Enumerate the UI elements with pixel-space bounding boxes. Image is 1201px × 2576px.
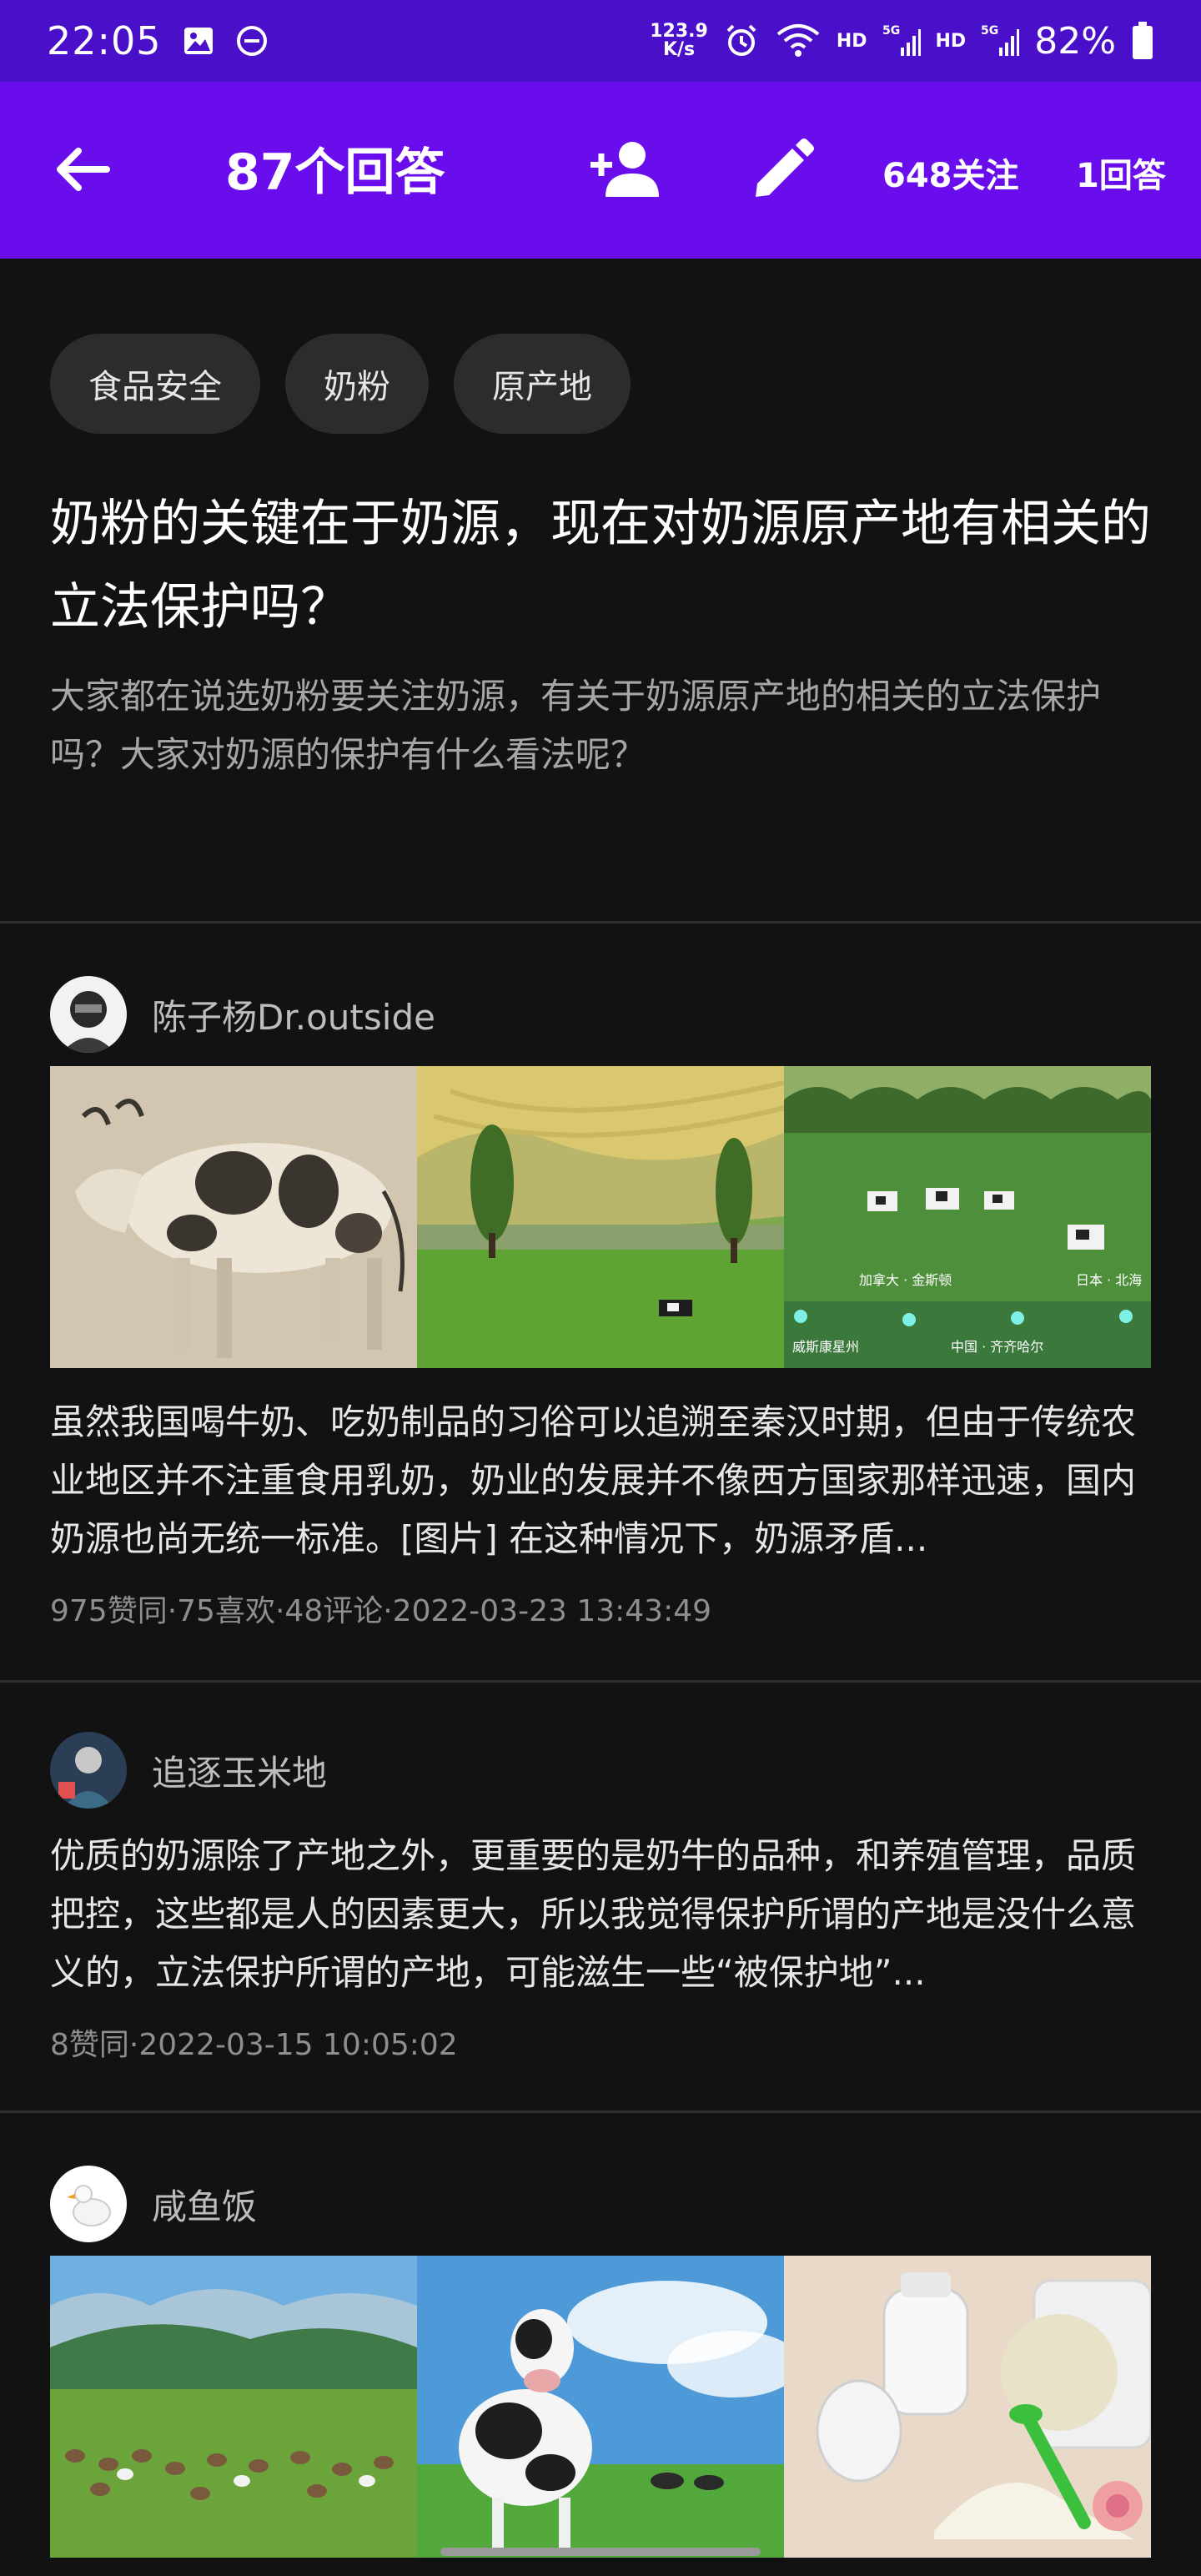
author-name[interactable]: 追逐玉米地 (152, 1745, 327, 1796)
pencil-icon (756, 138, 814, 197)
signal-icon-2: 5G (981, 23, 1020, 59)
back-button[interactable] (52, 140, 118, 199)
section-divider (0, 1680, 1201, 1683)
write-answer-button[interactable] (749, 137, 816, 207)
answer-image-strip[interactable] (50, 2256, 1151, 2558)
tag-origin[interactable]: 原产地 (454, 334, 631, 434)
topic-tags: 食品安全 奶粉 原产地 (50, 334, 631, 434)
question-title: 奶粉的关键在于奶源，现在对奶源原产地有相关的立法保护吗？ (50, 495, 1151, 636)
svg-text:5G: 5G (981, 24, 998, 38)
network-speed: 123.9 K/s (650, 21, 708, 60)
do-not-disturb-icon (235, 24, 269, 58)
battery-icon (1131, 22, 1154, 60)
home-indicator[interactable] (440, 2548, 761, 2556)
answer-card-2[interactable]: 追逐玉米地 优质的奶源除了产地之外，更重要的是奶牛的品种，和养殖管理，品质把控，… (50, 1730, 1151, 2064)
status-time: 22:05 (47, 18, 162, 63)
hd-badge-2: HD (935, 30, 967, 52)
follow-count[interactable]: 648关注 (882, 148, 1019, 197)
app-header: 87个回答 648关注 1回答 (0, 82, 1201, 259)
gallery-icon (182, 24, 215, 58)
answer-excerpt[interactable]: 虽然我国喝牛奶、吃奶制品的习俗可以追溯至秦汉时期，但由于传统农业地区并不注重食用… (50, 1393, 1151, 1568)
answer-author[interactable]: 追逐玉米地 (50, 1730, 1151, 1810)
answer-card-3[interactable]: 咸鱼饭 (50, 2164, 1151, 2558)
answer-image-strip[interactable]: 加拿大 · 金斯顿 日本 · 北海 威斯康星州 中国 · 齐齐哈尔 (50, 1066, 1151, 1368)
tag-food-safety[interactable]: 食品安全 (50, 334, 260, 434)
svg-text:中国 · 齐齐哈尔: 中国 · 齐齐哈尔 (951, 1339, 1043, 1355)
answer-image-cow[interactable] (417, 2256, 784, 2558)
alarm-icon (723, 23, 760, 59)
svg-text:威斯康星州: 威斯康星州 (792, 1339, 859, 1355)
status-bar: 22:05 123.9 K/s HD 5G HD 5G 82% (0, 0, 1201, 82)
arrow-left-icon (57, 148, 110, 191)
answer-image-pasture[interactable] (50, 2256, 417, 2558)
answer-image-formula[interactable] (784, 2256, 1151, 2558)
answer-image-landscape[interactable] (417, 1066, 784, 1368)
signal-icon-1: 5G (882, 23, 921, 59)
hd-badge-1: HD (836, 30, 867, 52)
svg-text:加拿大 · 金斯顿: 加拿大 · 金斯顿 (859, 1272, 952, 1288)
answer-meta: 8赞同·2022-03-15 10:05:02 (50, 2028, 458, 2062)
svg-text:5G: 5G (882, 24, 900, 38)
avatar[interactable] (50, 976, 127, 1053)
answer-author[interactable]: 陈子杨Dr.outside (50, 974, 1151, 1054)
answer-author[interactable]: 咸鱼饭 (50, 2164, 1151, 2244)
tag-milk-powder[interactable]: 奶粉 (285, 334, 429, 434)
answer-image-map[interactable]: 加拿大 · 金斯顿 日本 · 北海 威斯康星州 中国 · 齐齐哈尔 (784, 1066, 1151, 1368)
avatar[interactable] (50, 1732, 127, 1809)
answer-meta: 975赞同·75喜欢·48评论·2022-03-23 13:43:49 (50, 1594, 712, 1628)
question-description: 大家都在说选奶粉要关注奶源，有关于奶源原产地的相关的立法保护吗？大家对奶源的保护… (50, 676, 1102, 775)
answer-card-1[interactable]: 陈子杨Dr.outside 加拿大 · 金斯顿 日本 · 北海 威斯康星州 中国… (50, 974, 1151, 1630)
follow-question-button[interactable] (590, 137, 666, 204)
author-name[interactable]: 陈子杨Dr.outside (152, 989, 435, 1040)
battery-percent: 82% (1034, 19, 1116, 63)
section-divider (0, 921, 1201, 923)
svg-text:日本 · 北海: 日本 · 北海 (1076, 1272, 1142, 1288)
my-answer-count[interactable]: 1回答 (1076, 148, 1166, 197)
section-divider (0, 2111, 1201, 2113)
answer-excerpt[interactable]: 优质的奶源除了产地之外，更重要的是奶牛的品种，和养殖管理，品质把控，这些都是人的… (50, 1827, 1151, 2002)
page-title: 87个回答 (225, 143, 445, 202)
wifi-icon (775, 23, 822, 59)
author-name[interactable]: 咸鱼饭 (152, 2179, 257, 2230)
avatar[interactable] (50, 2166, 127, 2242)
answer-image-painting[interactable] (50, 1066, 417, 1368)
person-add-icon (590, 142, 659, 197)
